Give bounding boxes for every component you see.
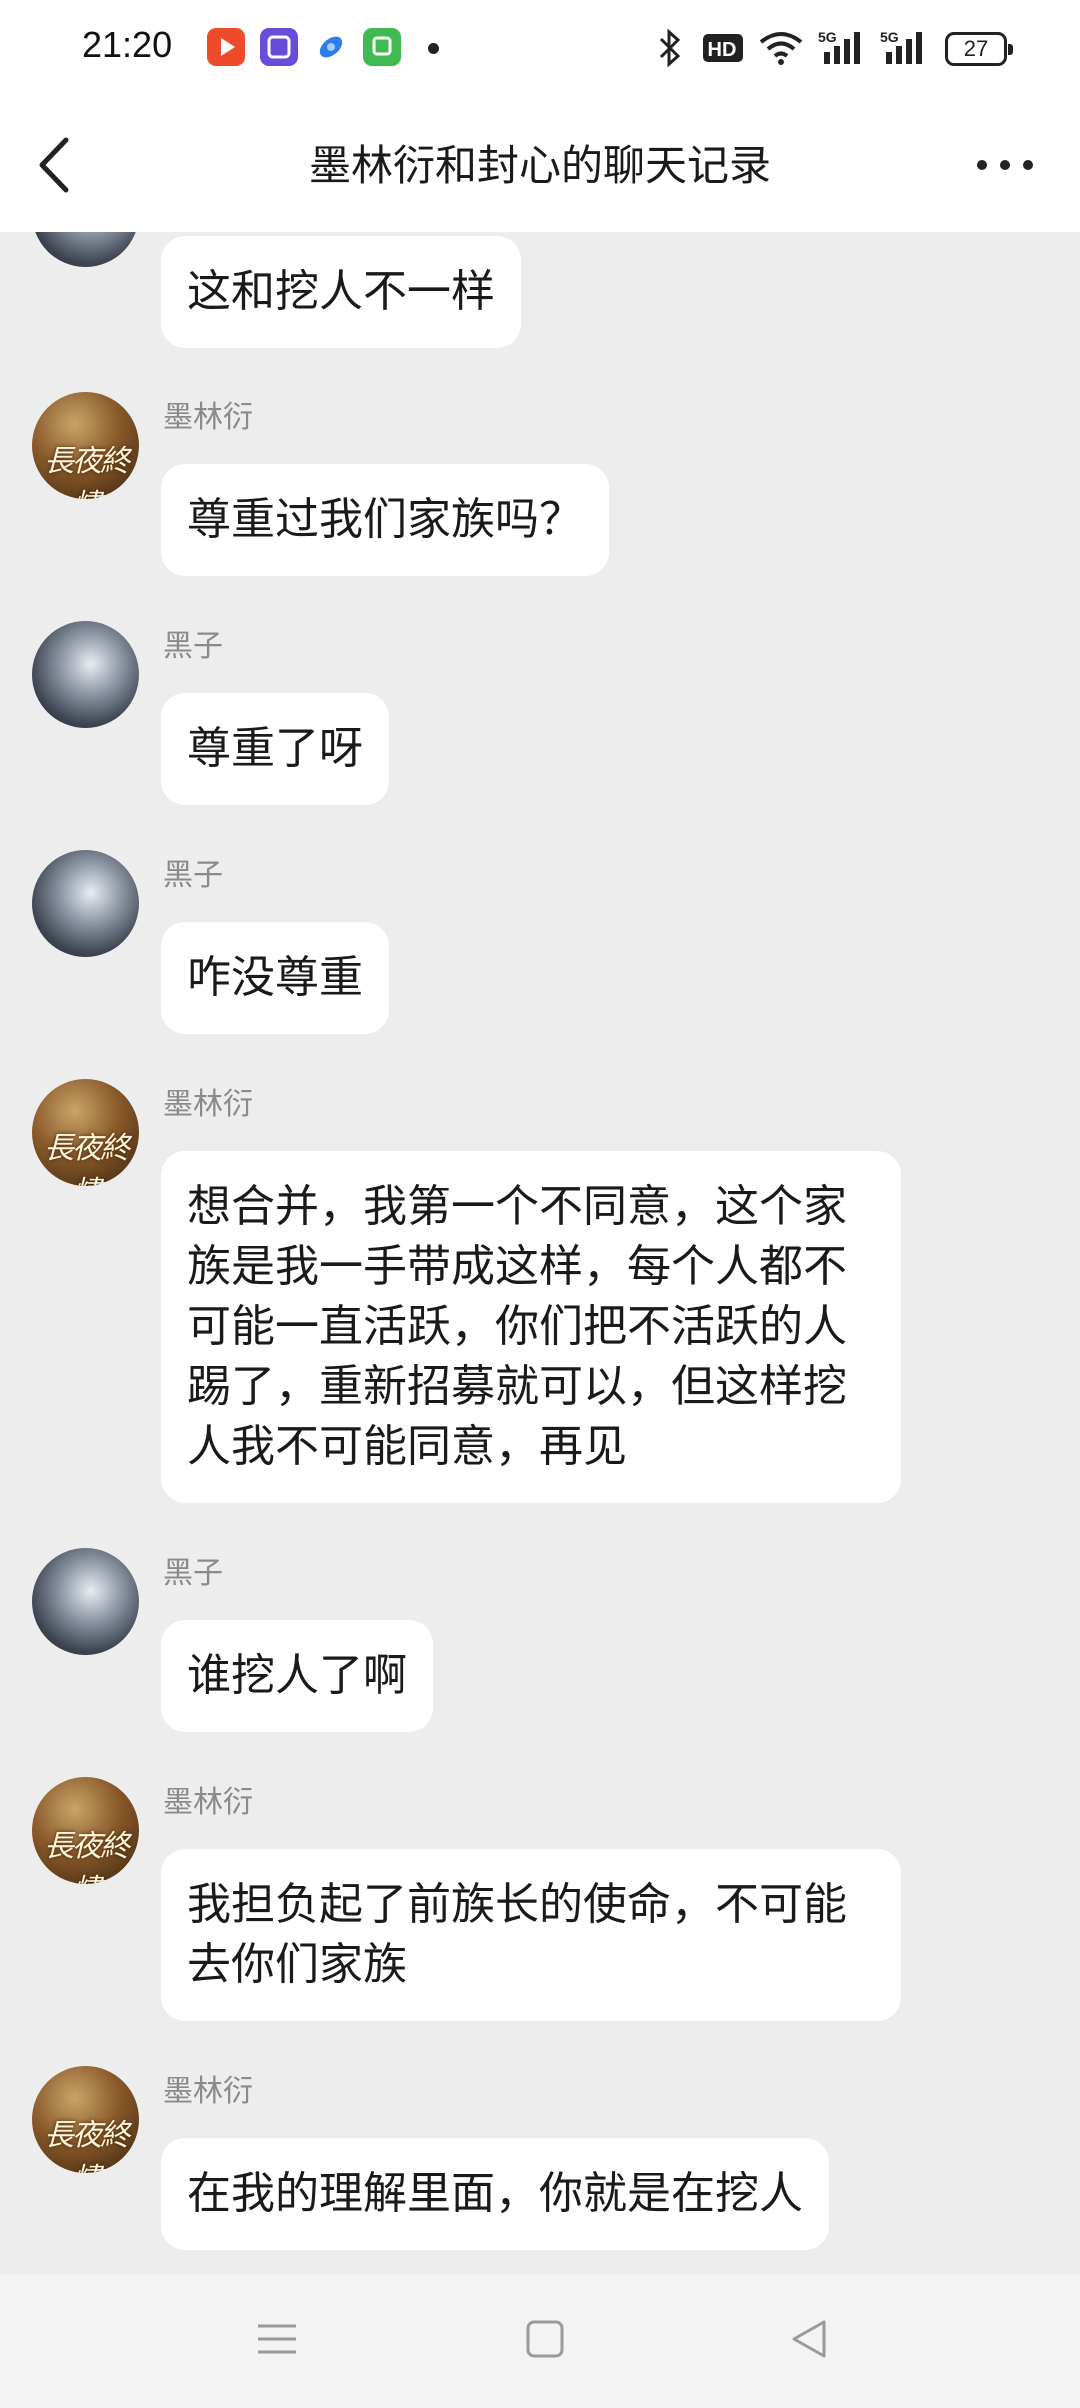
signal-5g-icon: 5G: [818, 29, 860, 64]
tieba-app-icon: [260, 28, 298, 66]
chat-history[interactable]: 这和挖人不一样 長夜終燼 墨林衍 尊重过我们家族吗？ 黑子 尊重了呀 黑子 咋没…: [0, 232, 1080, 2274]
page-title: 墨林衍和封心的聊天记录: [308, 141, 771, 190]
avatar[interactable]: 長夜終燼: [32, 1777, 139, 1884]
system-back-button[interactable]: [786, 2316, 832, 2366]
avatar-art-text: 長夜終燼: [44, 444, 130, 499]
message-bubble[interactable]: 我担负起了前族长的使命，不可能 去你们家族: [161, 1849, 901, 2021]
avatar[interactable]: [32, 232, 139, 267]
battery-indicator: 27: [945, 32, 1013, 66]
bluetooth-icon: [659, 28, 681, 68]
browser-app-icon: [312, 28, 350, 66]
avatar-art-text: 長夜終燼: [44, 1829, 130, 1884]
avatar[interactable]: [32, 1548, 139, 1655]
sender-name: 墨林衍: [163, 1785, 253, 1820]
menu-button[interactable]: [254, 2316, 300, 2366]
avatar[interactable]: 長夜終燼: [32, 1079, 139, 1186]
sender-name: 墨林衍: [163, 2074, 253, 2109]
avatar[interactable]: 長夜終燼: [32, 2066, 139, 2173]
sender-name: 黑子: [163, 858, 223, 893]
message-bubble[interactable]: 咋没尊重: [161, 922, 389, 1034]
avatar-art-text: 長夜終燼: [44, 2118, 130, 2173]
system-navigation-bar: [0, 2274, 1080, 2408]
message-bubble[interactable]: 这和挖人不一样: [161, 236, 521, 348]
message-bubble[interactable]: 在我的理解里面，你就是在挖人: [161, 2138, 829, 2250]
hd-icon: HD: [703, 34, 743, 62]
chevron-left-icon: [39, 137, 69, 193]
message-bubble[interactable]: 谁挖人了啊: [161, 1620, 433, 1732]
sender-name: 墨林衍: [163, 1087, 253, 1122]
video-app-icon: [207, 28, 245, 66]
svg-text:5G: 5G: [818, 29, 837, 45]
wallet-app-icon: [363, 28, 401, 66]
title-bar: 墨林衍和封心的聊天记录: [0, 100, 1080, 232]
signal-5g-icon: 5G: [880, 29, 922, 64]
back-triangle-icon: [792, 2320, 826, 2358]
avatar-art-text: 長夜終燼: [44, 1131, 130, 1186]
status-bar: 21:20 HD 5G 5G 27: [0, 0, 1080, 100]
home-square-icon: [526, 2320, 564, 2358]
avatar[interactable]: 長夜終燼: [32, 392, 139, 499]
more-button[interactable]: [970, 140, 1040, 190]
home-button[interactable]: [522, 2316, 568, 2366]
back-button[interactable]: [28, 130, 88, 200]
svg-text:5G: 5G: [880, 29, 899, 45]
message-bubble[interactable]: 尊重过我们家族吗？: [161, 464, 609, 576]
more-horizontal-icon: [977, 160, 1033, 170]
wifi-icon: [759, 32, 803, 65]
avatar[interactable]: [32, 621, 139, 728]
notification-dot: [428, 43, 439, 54]
message-bubble[interactable]: 尊重了呀: [161, 693, 389, 805]
sender-name: 黑子: [163, 629, 223, 664]
sender-name: 墨林衍: [163, 400, 253, 435]
svg-text:HD: HD: [708, 39, 737, 61]
status-time: 21:20: [82, 24, 173, 65]
message-bubble[interactable]: 想合并，我第一个不同意，这个家 族是我一手带成这样，每个人都不 可能一直活跃，你…: [161, 1151, 901, 1503]
sender-name: 黑子: [163, 1556, 223, 1591]
menu-icon: [258, 2324, 296, 2354]
avatar[interactable]: [32, 850, 139, 957]
